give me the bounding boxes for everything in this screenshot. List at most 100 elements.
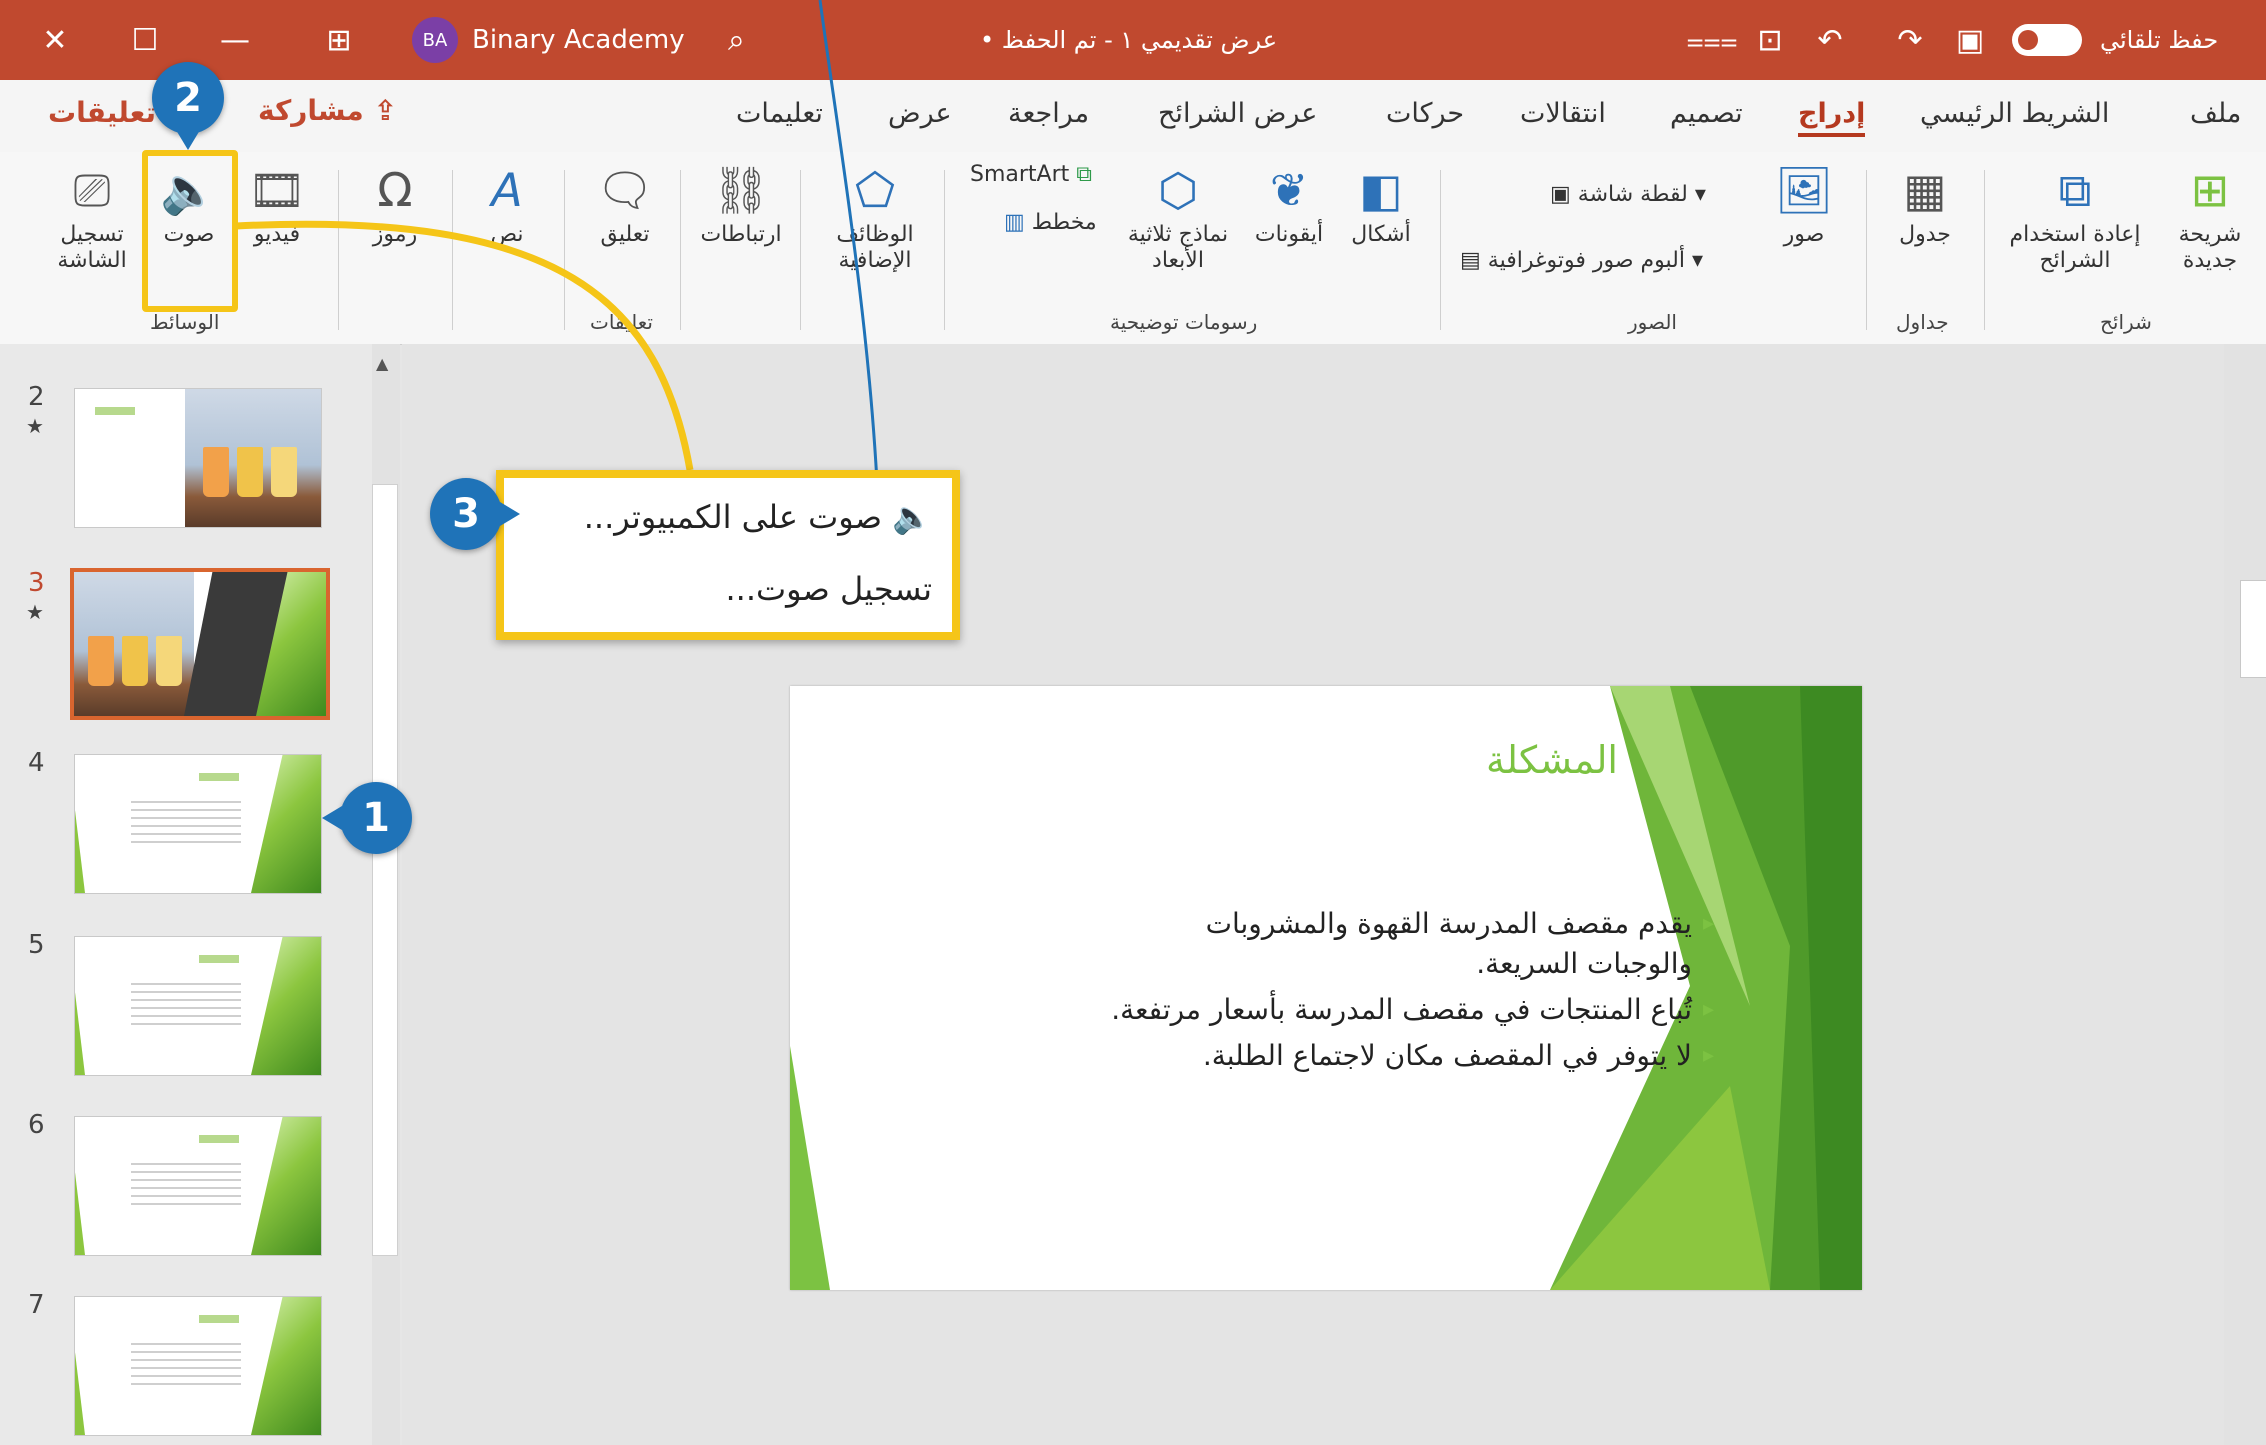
symbols-button[interactable]: Ω رموز bbox=[350, 158, 440, 248]
slide-thumbnail-3[interactable] bbox=[70, 568, 330, 720]
present-icon[interactable]: ⊡ bbox=[1750, 0, 1790, 80]
cup bbox=[271, 447, 297, 497]
thumb-title bbox=[199, 1135, 239, 1143]
slide-thumbnail-2[interactable] bbox=[74, 388, 322, 528]
tab-help[interactable]: تعليمات bbox=[736, 98, 823, 129]
document-title[interactable]: عرض تقديمي ١ - تم الحفظ • bbox=[980, 0, 1277, 80]
shapes-button[interactable]: ◧ أشكال bbox=[1336, 158, 1426, 248]
thumb-number: 5 bbox=[28, 930, 45, 960]
new-slide-button[interactable]: ⊞ شريحة جديدة bbox=[2160, 158, 2260, 274]
thumb-title bbox=[199, 955, 239, 963]
icons-icon: ❦ bbox=[1269, 163, 1309, 217]
group-separator bbox=[564, 170, 565, 330]
thumb-title bbox=[199, 1315, 239, 1323]
autosave-toggle[interactable] bbox=[2012, 24, 2082, 56]
pictures-icon: 🖼 bbox=[1774, 163, 1834, 217]
drinks-photo bbox=[185, 389, 321, 527]
reuse-slides-icon: ⧉ bbox=[2058, 163, 2092, 217]
chart-icon: ▥ bbox=[1004, 210, 1032, 235]
group-label-tables: جداول bbox=[1896, 310, 1949, 334]
comment-button[interactable]: 🗨 تعليق bbox=[580, 158, 670, 248]
cup bbox=[237, 447, 263, 497]
smartart-label: SmartArt bbox=[970, 162, 1070, 187]
canvas-scrollbar[interactable] bbox=[2224, 344, 2266, 1445]
save-icon[interactable]: ▣ bbox=[1950, 0, 1990, 80]
avatar: BA bbox=[412, 17, 458, 63]
slide-title[interactable]: المشكلة bbox=[1486, 738, 1618, 782]
links-label: ارتباطات bbox=[700, 222, 782, 247]
slide-thumbnail-6[interactable] bbox=[74, 1116, 322, 1256]
redo-icon[interactable]: ↷ bbox=[1890, 0, 1930, 80]
chart-label: مخطط bbox=[1031, 210, 1097, 235]
tab-design[interactable]: تصميم bbox=[1670, 98, 1743, 129]
tab-file[interactable]: ملف bbox=[2190, 98, 2241, 129]
links-button[interactable]: ⛓ ارتباطات bbox=[694, 158, 788, 248]
slide-thumbnail-4[interactable] bbox=[74, 754, 322, 894]
screen-recording-label: تسجيل الشاشة bbox=[57, 222, 127, 273]
addins-button[interactable]: ⬠ الوظائف الإضافية bbox=[820, 158, 930, 274]
photo-album-button[interactable]: ▾ ألبوم صور فوتوغرافية ▤ bbox=[1460, 248, 1703, 273]
tab-insert[interactable]: إدراج bbox=[1798, 98, 1866, 137]
audio-on-pc-menu-item[interactable]: 🔈 صوت على الكمبيوتر... bbox=[584, 498, 932, 536]
group-separator bbox=[1866, 170, 1867, 330]
scroll-up-icon[interactable]: ▲ bbox=[376, 354, 388, 373]
share-button[interactable]: ⇪ مشاركة bbox=[258, 94, 397, 127]
table-button[interactable]: ▦ جدول bbox=[1880, 158, 1970, 248]
photo-album-icon: ▤ bbox=[1460, 248, 1488, 273]
pictures-button[interactable]: 🖼 صور bbox=[1756, 158, 1852, 248]
screen-recording-button[interactable]: ⎚ تسجيل الشاشة bbox=[40, 158, 144, 274]
slide-bullet-list[interactable]: يقدم مقصف المدرسة القهوة والمشروبات والو… bbox=[1092, 904, 1714, 1082]
3d-models-button[interactable]: ⬡ نماذج ثلاثية الأبعاد bbox=[1114, 158, 1242, 274]
tab-slideshow[interactable]: عرض الشرائح bbox=[1158, 98, 1317, 129]
text-label: نص bbox=[490, 222, 524, 247]
link-icon: ⛓ bbox=[711, 163, 771, 217]
undo-icon[interactable]: ↶ bbox=[1810, 0, 1850, 80]
new-slide-label: شريحة جديدة bbox=[2178, 222, 2242, 273]
video-button[interactable]: 🎞 فيديو bbox=[232, 158, 322, 248]
group-label-images: الصور bbox=[1628, 310, 1677, 334]
restore-icon[interactable]: ☐ bbox=[120, 0, 170, 80]
group-separator bbox=[338, 170, 339, 330]
thumb-green-accent bbox=[75, 810, 85, 893]
tab-transitions[interactable]: انتقالات bbox=[1520, 98, 1606, 129]
account-button[interactable]: BA Binary Academy bbox=[412, 0, 685, 80]
comments-button[interactable]: تعليقات bbox=[48, 96, 156, 129]
icons-button[interactable]: ❦ أيقونات bbox=[1244, 158, 1334, 248]
tab-review[interactable]: مراجعة bbox=[1008, 98, 1089, 129]
tab-view[interactable]: عرض bbox=[888, 98, 952, 129]
current-slide[interactable]: المشكلة يقدم مقصف المدرسة القهوة والمشرو… bbox=[790, 686, 1862, 1290]
canvas-scrollbar-thumb[interactable] bbox=[2240, 580, 2266, 678]
thumb-text-lines bbox=[131, 977, 241, 1027]
customize-toolbar-icon[interactable]: ⩶ bbox=[1686, 0, 1737, 80]
record-audio-menu-item[interactable]: تسجيل صوت... bbox=[725, 570, 932, 608]
thumb-green-accent bbox=[75, 1172, 85, 1255]
minimize-icon[interactable]: — bbox=[210, 0, 260, 80]
close-icon[interactable]: ✕ bbox=[30, 0, 80, 80]
chart-button[interactable]: مخطط ▥ bbox=[1004, 210, 1097, 235]
text-button[interactable]: 𝘈 نص bbox=[464, 158, 550, 248]
share-label: مشاركة bbox=[258, 94, 364, 127]
thumb-green-accent bbox=[75, 992, 85, 1075]
thumb-number: 2 bbox=[28, 382, 45, 412]
slide-thumbnail-7[interactable] bbox=[74, 1296, 322, 1436]
film-icon: 🎞 bbox=[247, 163, 307, 217]
ribbon-display-icon[interactable]: ⊞ bbox=[314, 0, 364, 80]
audio-button-highlight bbox=[142, 150, 238, 312]
reuse-slides-button[interactable]: ⧉ إعادة استخدام الشرائح bbox=[2000, 158, 2150, 274]
thumbnails-scrollbar-thumb[interactable] bbox=[372, 484, 398, 1256]
tab-animations[interactable]: حركات bbox=[1386, 98, 1464, 129]
tab-home[interactable]: الشريط الرئيسي bbox=[1920, 98, 2109, 129]
thumb-number: 7 bbox=[28, 1290, 45, 1320]
ribbon-tabs: ملف الشريط الرئيسي إدراج تصميم انتقالات … bbox=[0, 80, 2266, 152]
search-icon[interactable]: ⌕ bbox=[728, 0, 768, 80]
cup bbox=[88, 636, 114, 686]
addins-label: الوظائف الإضافية bbox=[836, 222, 914, 273]
thumb-green-accent bbox=[251, 755, 321, 893]
chevron-down-icon: ▾ bbox=[1684, 248, 1704, 273]
screenshot-button[interactable]: ▾ لقطة شاشة ▣ bbox=[1550, 182, 1706, 207]
slide-thumbnail-5[interactable] bbox=[74, 936, 322, 1076]
smartart-button[interactable]: SmartArt ⧉ bbox=[970, 162, 1092, 187]
reuse-slides-label: إعادة استخدام الشرائح bbox=[2009, 222, 2141, 273]
cup bbox=[156, 636, 182, 686]
thumb-text-lines bbox=[131, 1157, 241, 1207]
